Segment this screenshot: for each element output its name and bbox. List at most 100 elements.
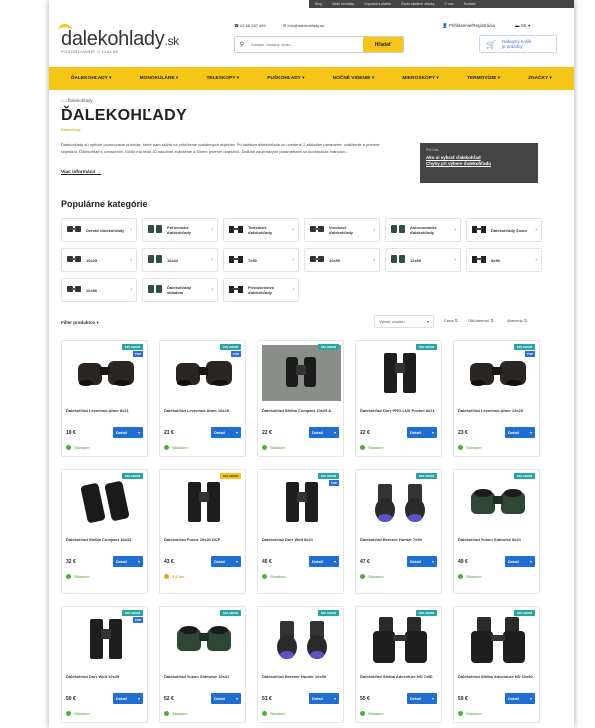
category-tile[interactable]: 10x50 › xyxy=(304,248,380,272)
detail-button[interactable]: Detail ▾ xyxy=(309,427,339,438)
product-image[interactable] xyxy=(164,611,243,667)
login-link[interactable]: 👤 Prihlásenie/Registrácia xyxy=(442,23,495,29)
product-card[interactable]: SKLADOM TOP Ďalekohľad Levenhuk Atom 8x21 1… xyxy=(61,340,148,457)
category-tile[interactable]: Ďalekohľady skladom › xyxy=(142,278,218,302)
product-image[interactable] xyxy=(360,474,439,530)
nav-item-dalekohlady[interactable]: ĎALEKOHĽADY ▾ xyxy=(71,76,111,81)
product-card[interactable]: SKLADOM Ďalekohľad Sfelba Adventure HD 10… xyxy=(453,606,540,723)
category-tile[interactable]: Detské ďalekohľady › xyxy=(61,218,137,242)
top-link[interactable]: O nás xyxy=(444,2,453,6)
top-link[interactable]: Blog xyxy=(315,2,322,6)
nav-item-mikroskopy[interactable]: MIKROSKOPY ▾ xyxy=(402,76,438,81)
category-tile[interactable]: Astronomické ďalekohľady › xyxy=(385,218,461,242)
product-card[interactable]: SKLADOM TOP Ďalekohľad Dorr Wolf 10x25 50 €… xyxy=(61,606,148,723)
nav-item-nocne-videnie[interactable]: NOČNÉ VIDENIE ▾ xyxy=(333,76,375,81)
product-name[interactable]: Ďalekohľad Yukon Sidewise 8x21 xyxy=(458,537,538,543)
category-tile[interactable]: 12x50 › xyxy=(385,248,461,272)
product-card[interactable]: SKLADOM Ďalekohľad Bresser Hunter 7x50 47 … xyxy=(355,469,442,594)
detail-button[interactable]: Detail ▾ xyxy=(505,693,535,704)
detail-button[interactable]: Detail ▾ xyxy=(309,693,339,704)
product-card[interactable]: SKLADOM Ďalekohľad Focus 10x26 DCF 43 € Det… xyxy=(159,469,246,594)
detail-button[interactable]: Detail ▾ xyxy=(113,556,143,567)
top-link[interactable]: Naše kontakty xyxy=(332,2,354,6)
search-input[interactable] xyxy=(249,41,363,48)
product-card[interactable]: SKLADOM TOP Ďalekohľad Dorr Wolf 8x21 45 € D… xyxy=(257,469,344,594)
product-name[interactable]: Ďalekohľad Dorr Wolf 10x25 xyxy=(66,674,146,680)
detail-button[interactable]: Detail ▾ xyxy=(211,693,241,704)
brand-select[interactable]: Vybrať značku ▾ xyxy=(374,315,434,328)
category-tile[interactable]: Vreckové ďalekohľady › xyxy=(304,218,380,242)
product-image[interactable] xyxy=(262,345,341,401)
category-tile[interactable]: 7x50 › xyxy=(223,248,299,272)
category-tile[interactable]: 8x56 › xyxy=(466,248,542,272)
sort-price[interactable]: Cena ⇅ xyxy=(444,318,458,323)
product-image[interactable] xyxy=(66,474,145,530)
product-image[interactable] xyxy=(360,345,439,401)
product-name[interactable]: Ďalekohľad Sfelba Compact 10x25 A xyxy=(262,408,342,414)
product-name[interactable]: Ďalekohľad Levenhuk Atom 10x25 xyxy=(164,408,244,414)
product-name[interactable]: Ďalekohľad Dorr Wolf 8x21 xyxy=(262,537,342,543)
site-logo[interactable]: dalekohlady.sk POZOROVANIE V DIAĽKE xyxy=(58,24,179,54)
detail-button[interactable]: Detail ▾ xyxy=(407,693,437,704)
product-card[interactable]: SKLADOM Ďalekohľad Yukon Sidewise 8x21 49 … xyxy=(453,469,540,594)
nav-item-puskohlady[interactable]: PUŠKOHĽADY ▾ xyxy=(267,76,304,81)
product-name[interactable]: Ďalekohľad Levenhuk Atom 12x25 xyxy=(458,408,538,414)
detail-button[interactable]: Detail ▾ xyxy=(309,556,339,567)
nav-item-termovizie[interactable]: TERMOVÍZIE ▾ xyxy=(467,76,500,81)
nav-item-monokulare[interactable]: MONOKULÁRE ▾ xyxy=(140,76,179,81)
nav-item-teleskopy[interactable]: TELESKOPY ▾ xyxy=(206,76,239,81)
product-card[interactable]: SKLADOM Ďalekohľad Dorr PRO-LUX Pocket 8x… xyxy=(355,340,442,457)
product-name[interactable]: Ďalekohľad Dorr PRO-LUX Pocket 8x21 xyxy=(360,408,440,414)
category-tile[interactable]: Ďalekohľady Zoom › xyxy=(466,218,542,242)
category-tile[interactable]: 10x42 › xyxy=(142,248,218,272)
product-card[interactable]: SKLADOM Ďalekohľad Sfelba Compact 16x32 32… xyxy=(61,469,148,594)
product-name[interactable]: Ďalekohľad Bresser Hunter 10x50 xyxy=(262,674,342,680)
product-name[interactable]: Ďalekohľad Bresser Hunter 7x50 xyxy=(360,537,440,543)
top-link[interactable]: Kontakt xyxy=(464,2,476,6)
product-card[interactable]: SKLADOM Ďalekohľad Sfelba Adventure HD 7x… xyxy=(355,606,442,723)
detail-button[interactable]: Detail ▾ xyxy=(505,427,535,438)
more-info-link[interactable]: Viac informácií → xyxy=(61,170,101,175)
product-name[interactable]: Ďalekohľad Sfelba Adventure HD 7x50 xyxy=(360,674,440,680)
search-button[interactable]: Hľadať xyxy=(363,37,403,52)
product-name[interactable]: Ďalekohľad Focus 10x26 DCF xyxy=(164,537,244,543)
product-card[interactable]: SKLADOM Ďalekohľad Sfelba Compact 10x25 A… xyxy=(257,340,344,457)
category-tile[interactable]: 10x56 › xyxy=(61,278,137,302)
cart-button[interactable]: 🛒 Nákupný košík je prázdny xyxy=(479,35,557,53)
product-image[interactable] xyxy=(262,611,341,667)
product-name[interactable]: Ďalekohľad Yukon Sidewise 10x21 xyxy=(164,674,244,680)
detail-button[interactable]: Detail ▾ xyxy=(211,556,241,567)
phone-contact[interactable]: ☎ 02 68 287 469 xyxy=(234,23,266,28)
product-card[interactable]: SKLADOM Ďalekohľad Yukon Sidewise 10x21 52… xyxy=(159,606,246,723)
product-image[interactable] xyxy=(360,611,439,667)
product-card[interactable]: SKLADOM Ďalekohľad Bresser Hunter 10x50 53… xyxy=(257,606,344,723)
product-image[interactable] xyxy=(458,474,537,530)
category-tile[interactable]: Turistické ďalekohľady › xyxy=(223,218,299,242)
detail-button[interactable]: Detail ▾ xyxy=(113,693,143,704)
top-link[interactable]: Často kladené otázky xyxy=(401,2,434,6)
sort-abc[interactable]: Abecedy ⇅ xyxy=(507,318,527,323)
detail-button[interactable]: Detail ▾ xyxy=(407,427,437,438)
sort-popular[interactable]: Obľúbenosť ⇅ xyxy=(468,318,494,323)
category-tile[interactable]: Príslušenstvo ďalekohľady › xyxy=(223,278,299,302)
category-tile[interactable]: Poľovnícke ďalekohľady › xyxy=(142,218,218,242)
top-link[interactable]: Doprava a platba xyxy=(364,2,391,6)
language-select[interactable]: ▬ SK ▾ xyxy=(515,23,530,29)
product-name[interactable]: Ďalekohľad Sfelba Adventure HD 10x50 xyxy=(458,674,538,680)
email-contact[interactable]: ✉ info@dalekohlady.sk xyxy=(283,23,324,28)
product-card[interactable]: SKLADOM TOP Ďalekohľad Levenhuk Atom 10x25… xyxy=(159,340,246,457)
product-name[interactable]: Ďalekohľad Sfelba Compact 16x32 xyxy=(66,537,146,543)
product-image[interactable] xyxy=(458,611,537,667)
detail-button[interactable]: Detail ▾ xyxy=(211,427,241,438)
tip-link[interactable]: Chyby pri výbere ďalekohľadu xyxy=(426,161,532,167)
home-icon[interactable]: ⌂ xyxy=(61,98,64,103)
product-name[interactable]: Ďalekohľad Levenhuk Atom 8x21 xyxy=(66,408,146,414)
product-image[interactable] xyxy=(164,474,243,530)
category-tile[interactable]: 10x25 › xyxy=(61,248,137,272)
filter-toggle[interactable]: Filter produktov ▾ xyxy=(61,320,99,326)
detail-button[interactable]: Detail ▾ xyxy=(407,556,437,567)
detail-button[interactable]: Detail ▾ xyxy=(505,556,535,567)
product-card[interactable]: SKLADOM TOP Ďalekohľad Levenhuk Atom 12x25… xyxy=(453,340,540,457)
detail-button[interactable]: Detail ▾ xyxy=(113,427,143,438)
nav-item-znacky[interactable]: ZNAČKY ▾ xyxy=(528,76,552,81)
